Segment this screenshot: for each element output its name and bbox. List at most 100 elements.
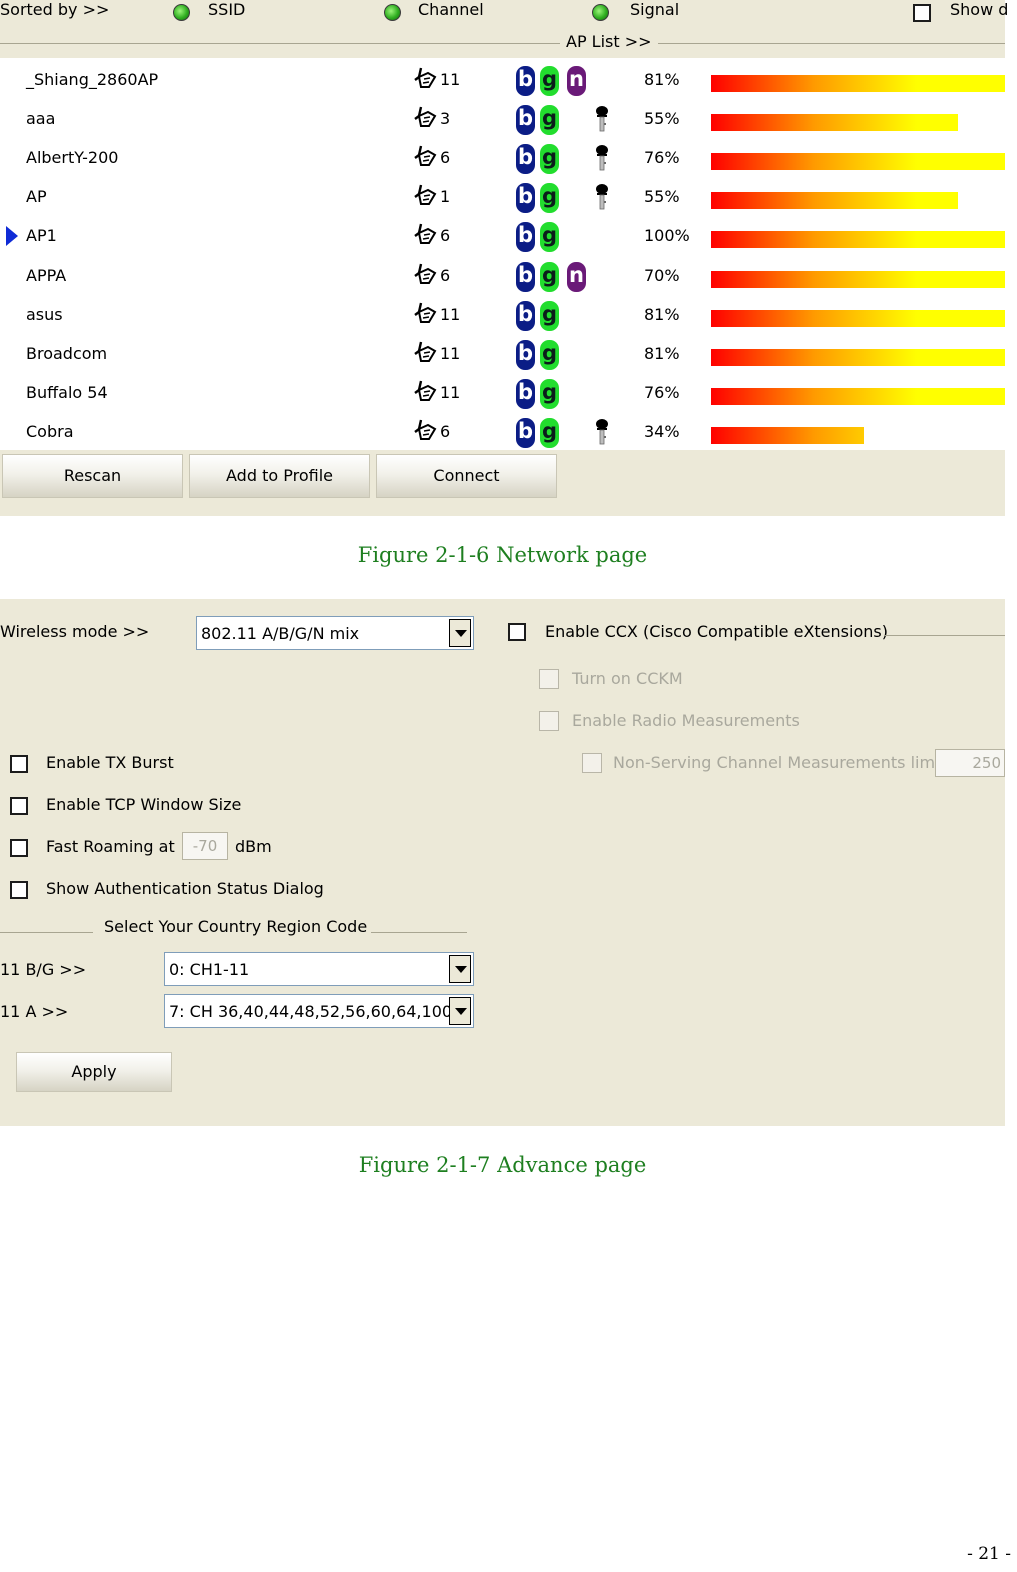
signal-percent: 55% [644, 109, 680, 129]
chevron-down-icon[interactable] [449, 619, 471, 647]
bg-region-select[interactable]: 0: CH1-11 [164, 952, 474, 986]
ap-row[interactable]: AP1 6 b g 100% [0, 216, 1005, 255]
radio-measurements-checkbox[interactable] [539, 711, 559, 731]
antenna-icon [414, 263, 437, 284]
signal-percent: 81% [644, 70, 680, 89]
a-region-value: 7: CH 36,40,44,48,52,56,60,64,100 [169, 1002, 453, 1021]
connect-button[interactable]: Connect [376, 454, 557, 498]
ap-row[interactable]: Cobra 6 bg 34% [0, 412, 1005, 451]
signal-percent: 81% [644, 304, 680, 324]
network-button-row: Rescan Add to Profile Connect [0, 450, 1005, 516]
bg-region-label: 11 B/G >> [0, 960, 87, 979]
channel-text: 11 [440, 343, 461, 363]
ap-list[interactable]: _Shiang_2860AP 11 b g n 81% aaa 3bg 55% Albert [0, 58, 1005, 450]
antenna-icon [414, 341, 437, 362]
page-number: - 21 - [967, 1544, 1011, 1564]
non-serving-checkbox[interactable] [582, 753, 602, 773]
chevron-down-icon[interactable] [449, 997, 471, 1025]
add-to-profile-button[interactable]: Add to Profile [189, 454, 370, 498]
antenna-icon [414, 106, 437, 128]
mode-g-badge: g [540, 105, 559, 136]
signal-bar [711, 348, 1005, 366]
channel-text: 3 [440, 109, 451, 129]
mode-b-badge: b [516, 261, 535, 292]
non-serving-limit-field[interactable]: 250 [935, 749, 1005, 777]
apply-button[interactable]: Apply [16, 1052, 172, 1092]
wireless-mode-select[interactable]: 802.11 A/B/G/N mix [196, 616, 474, 650]
mode-b-badge: b [516, 66, 535, 96]
key-icon [596, 106, 608, 132]
mode-b-badge: b [516, 339, 535, 370]
mode-g-badge: g [540, 144, 559, 175]
chevron-down-icon[interactable] [449, 955, 471, 983]
fast-roaming-checkbox[interactable] [10, 839, 28, 857]
ap-list-label: AP List >> [560, 32, 658, 51]
ap-row[interactable]: Buffalo 54 11 b g 76% [0, 373, 1005, 412]
wireless-mode-value: 802.11 A/B/G/N mix [201, 624, 360, 643]
signal-percent: 76% [644, 148, 680, 168]
ap-row[interactable]: _Shiang_2860AP 11 b g n 81% [0, 60, 1005, 99]
tcp-window-checkbox[interactable] [10, 797, 28, 815]
channel-text: 11 [440, 70, 461, 89]
signal-bar [711, 75, 1005, 92]
radio-measurements-label: Enable Radio Measurements [572, 711, 800, 730]
mode-b-badge: b [516, 183, 535, 214]
antenna-icon [414, 380, 437, 401]
ssid-text: APPA [26, 265, 67, 285]
ssid-text: AP [26, 187, 47, 207]
ssid-text: aaa [26, 109, 56, 129]
mode-g-badge: g [540, 66, 559, 96]
sort-ssid-radio[interactable] [173, 4, 190, 21]
a-region-select[interactable]: 7: CH 36,40,44,48,52,56,60,64,100 [164, 994, 474, 1028]
figure-caption-advance: Figure 2-1-7 Advance page [358, 1153, 647, 1177]
fast-roaming-field[interactable]: -70 [182, 832, 228, 860]
non-serving-label: Non-Serving Channel Measurements limit [613, 753, 946, 772]
fast-roaming-unit: dBm [235, 837, 272, 856]
ap-row[interactable]: aaa 3 bg 55% [0, 99, 1005, 138]
ssid-text: Cobra [26, 421, 74, 441]
channel-text: 11 [440, 382, 461, 402]
sort-ssid-label: SSID [208, 0, 246, 19]
tx-burst-checkbox[interactable] [10, 755, 28, 773]
signal-bar [711, 387, 1005, 405]
bg-region-value: 0: CH1-11 [169, 960, 250, 979]
key-icon [596, 184, 608, 210]
sort-channel-radio[interactable] [384, 4, 401, 21]
mode-n-badge: n [567, 66, 586, 96]
selected-arrow-icon [6, 226, 18, 247]
key-icon [596, 418, 608, 445]
ap-row[interactable]: APPA 6 b g n 70% [0, 256, 1005, 295]
cckm-checkbox[interactable] [539, 669, 559, 689]
mode-g-badge: g [540, 261, 559, 292]
auth-dialog-checkbox[interactable] [10, 881, 28, 899]
signal-bar [711, 270, 1005, 288]
antenna-icon [414, 67, 437, 88]
ccx-label: Enable CCX (Cisco Compatible eXtensions) [545, 622, 888, 641]
mode-b-badge: b [516, 105, 535, 136]
auth-dialog-label: Show Authentication Status Dialog [46, 879, 324, 898]
mode-b-badge: b [516, 300, 535, 331]
antenna-icon [414, 224, 437, 245]
ap-row[interactable]: asus 11 b g 81% [0, 295, 1005, 334]
ap-row[interactable]: Broadcom 11 b g 81% [0, 334, 1005, 373]
ssid-text: Buffalo 54 [26, 382, 108, 402]
mode-b-badge: b [516, 222, 535, 253]
ssid-text: asus [26, 304, 63, 324]
mode-g-badge: g [540, 183, 559, 214]
mode-g-badge: g [540, 378, 559, 409]
ccx-checkbox[interactable] [508, 623, 526, 641]
mode-g-badge: g [540, 222, 559, 253]
show-checkbox[interactable] [913, 4, 931, 22]
signal-percent: 34% [644, 421, 680, 441]
sort-signal-radio[interactable] [592, 4, 609, 21]
wireless-mode-label: Wireless mode >> [0, 622, 150, 641]
a-region-label: 11 A >> [0, 1002, 69, 1021]
fast-roaming-label: Fast Roaming at [46, 837, 175, 856]
signal-bar [711, 231, 1005, 249]
antenna-icon [414, 145, 437, 167]
signal-bar [711, 114, 958, 132]
antenna-icon [414, 419, 437, 440]
ap-row[interactable]: AP 1 bg 55% [0, 177, 1005, 216]
rescan-button[interactable]: Rescan [2, 454, 183, 498]
ap-row[interactable]: AlbertY-200 6 bg 76% [0, 138, 1005, 177]
